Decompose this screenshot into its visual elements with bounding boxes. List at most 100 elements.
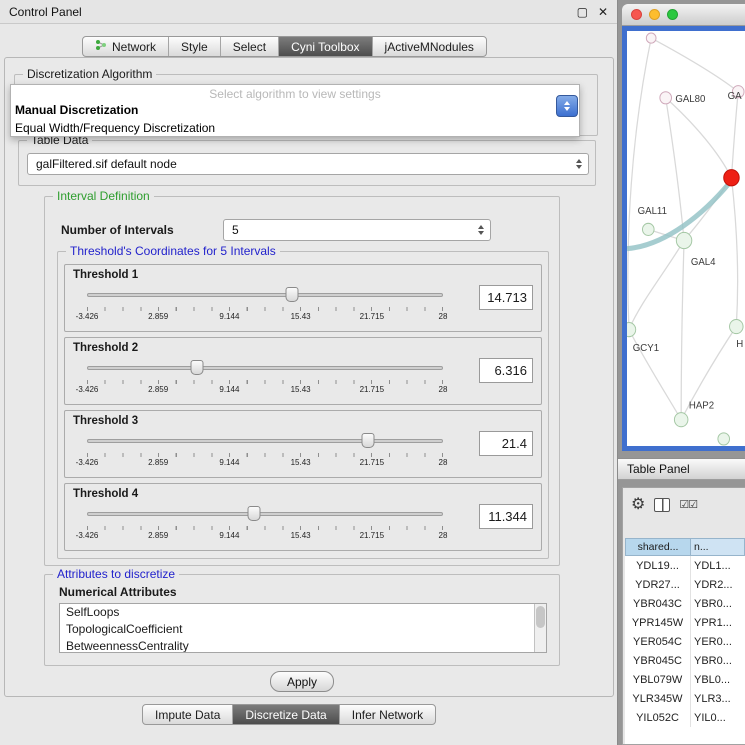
threshold-4-value[interactable]: 11.344 [479, 504, 533, 529]
network-node-gal11[interactable] [642, 223, 654, 235]
table-data-combobox[interactable]: galFiltered.sif default node [27, 153, 589, 175]
close-icon[interactable]: ✕ [598, 5, 608, 19]
tab-impute-data[interactable]: Impute Data [143, 705, 233, 724]
tab-select[interactable]: Select [221, 37, 279, 56]
slider-track[interactable] [87, 293, 443, 297]
table-cell[interactable]: YBR045C [625, 651, 691, 670]
table-cell[interactable]: YDR2... [691, 575, 745, 594]
table-cell[interactable]: YPR1... [691, 613, 745, 632]
network-canvas[interactable]: GAL80 GA GAL11 GAL4 GCY1 H HAP2 [622, 26, 745, 451]
node-label-gal80: GAL80 [675, 94, 706, 105]
threshold-4-slider[interactable] [87, 506, 443, 522]
threshold-3-slider[interactable] [87, 433, 443, 449]
table-cell[interactable]: YER0... [691, 632, 745, 651]
tick-label: 28 [439, 385, 448, 394]
close-traffic-light[interactable] [631, 9, 642, 20]
gear-icon[interactable]: ⚙ [631, 497, 645, 513]
column-header-name[interactable]: n... [691, 538, 745, 556]
list-item[interactable]: SelfLoops [60, 604, 546, 621]
algorithm-dropdown-popup: Select algorithm to view settings Manual… [10, 84, 580, 137]
table-cell[interactable]: YIL052C [625, 708, 691, 727]
list-item[interactable]: TopologicalCoefficient [60, 621, 546, 638]
threshold-2-value[interactable]: 6.316 [479, 358, 533, 383]
network-node[interactable] [646, 33, 656, 43]
table-cell[interactable]: YBR0... [691, 594, 745, 613]
dropdown-option-manual[interactable]: Manual Discretization [11, 101, 579, 119]
table-cell[interactable]: YLR3... [691, 689, 745, 708]
table-row[interactable]: YIL052C YIL0... [625, 708, 745, 727]
table-cell[interactable]: YDR27... [625, 575, 691, 594]
network-node-selected-red[interactable] [724, 170, 739, 186]
network-node-gal80[interactable] [660, 92, 672, 104]
table-cell[interactable]: YDL1... [691, 556, 745, 575]
network-node-gcy1[interactable] [627, 323, 636, 337]
tab-network[interactable]: Network [83, 37, 169, 56]
spinner-arrows-icon[interactable] [472, 225, 490, 235]
threshold-1-slider[interactable] [87, 287, 443, 303]
columns-icon[interactable] [654, 498, 670, 512]
slider-track[interactable] [87, 512, 443, 516]
table-row[interactable]: YDR27... YDR2... [625, 575, 745, 594]
table-cell[interactable]: YIL0... [691, 708, 745, 727]
tab-cyni-toolbox[interactable]: Cyni Toolbox [279, 37, 372, 56]
table-row[interactable]: YPR145W YPR1... [625, 613, 745, 632]
tab-jactivemnodules[interactable]: jActiveMNodules [373, 37, 486, 56]
tab-style[interactable]: Style [169, 37, 221, 56]
table-row[interactable]: YER054C YER0... [625, 632, 745, 651]
minimize-traffic-light[interactable] [649, 9, 660, 20]
network-node-gal4[interactable] [676, 232, 691, 248]
numerical-attributes-list[interactable]: SelfLoops TopologicalCoefficient Between… [59, 603, 547, 653]
threshold-2-slider[interactable] [87, 360, 443, 376]
threshold-1-value[interactable]: 14.713 [479, 285, 533, 310]
threshold-3-value[interactable]: 21.4 [479, 431, 533, 456]
network-node-hap2[interactable] [674, 413, 688, 427]
tab-infer-network[interactable]: Infer Network [340, 705, 435, 724]
table-cell[interactable]: YBL079W [625, 670, 691, 689]
table-cell[interactable]: YBL0... [691, 670, 745, 689]
combobox-arrows-icon[interactable] [570, 159, 588, 169]
float-window-icon[interactable]: ▢ [577, 5, 588, 19]
zoom-traffic-light[interactable] [667, 9, 678, 20]
table-row[interactable]: YBR043C YBR0... [625, 594, 745, 613]
tick-label: 2.859 [148, 385, 168, 394]
threshold-2-panel: Threshold 2 -3.426 2.859 9.144 15.43 21.… [64, 337, 542, 405]
slider-tick-labels: -3.426 2.859 9.144 15.43 21.715 28 [87, 385, 443, 395]
network-node[interactable] [718, 433, 730, 445]
table-cell[interactable]: YER054C [625, 632, 691, 651]
slider-track[interactable] [87, 439, 443, 443]
table-cell[interactable]: YBR0... [691, 651, 745, 670]
table-row[interactable]: YBR045C YBR0... [625, 651, 745, 670]
tab-label: Discretize Data [245, 708, 326, 722]
network-tab-icon [95, 39, 107, 54]
apply-button[interactable]: Apply [270, 671, 334, 692]
slider-thumb[interactable] [248, 506, 261, 521]
slider-thumb[interactable] [362, 433, 375, 448]
table-cell[interactable]: YBR043C [625, 594, 691, 613]
slider-track[interactable] [87, 366, 443, 370]
slider-thumb[interactable] [286, 287, 299, 302]
slider-thumb[interactable] [191, 360, 204, 375]
table-cell[interactable]: YLR345W [625, 689, 691, 708]
number-of-intervals-label: Number of Intervals [61, 223, 174, 237]
control-panel-titlebar: Control Panel ▢ ✕ [0, 0, 617, 24]
table-row[interactable]: YBL079W YBL0... [625, 670, 745, 689]
select-columns-checkboxes-icon[interactable]: ☑☑ [679, 498, 697, 511]
algorithm-combobox-button[interactable] [556, 95, 578, 117]
slider-tickmarks [87, 526, 443, 530]
table-row[interactable]: YDL19... YDL1... [625, 556, 745, 575]
table-cell[interactable]: YPR145W [625, 613, 691, 632]
table-cell[interactable]: YDL19... [625, 556, 691, 575]
threshold-1-label: Threshold 1 [73, 269, 138, 281]
network-node[interactable] [730, 319, 744, 333]
number-of-intervals-spinner[interactable]: 5 [223, 219, 491, 241]
column-header-shared-name[interactable]: shared... [625, 538, 691, 556]
slider-tick-labels: -3.426 2.859 9.144 15.43 21.715 28 [87, 458, 443, 468]
dropdown-option-equal-width[interactable]: Equal Width/Frequency Discretization [11, 119, 579, 137]
table-row[interactable]: YLR345W YLR3... [625, 689, 745, 708]
scrollbar-thumb[interactable] [536, 606, 545, 628]
tab-discretize-data[interactable]: Discretize Data [233, 705, 339, 724]
tick-label: 9.144 [219, 531, 239, 540]
list-item[interactable]: BetweennessCentrality [60, 638, 546, 653]
spinner-value: 5 [224, 223, 239, 237]
list-scrollbar[interactable] [534, 604, 546, 652]
